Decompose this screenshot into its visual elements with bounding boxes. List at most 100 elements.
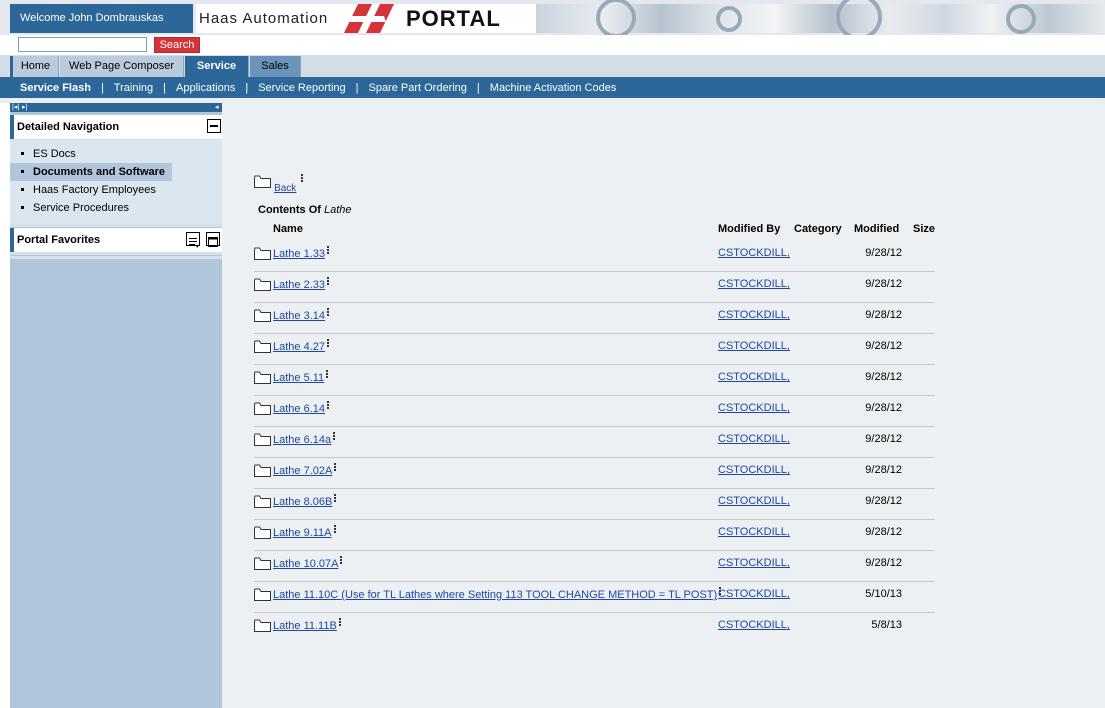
- modified-by-link[interactable]: CSTOCKDILL,: [718, 278, 790, 290]
- context-menu-icon[interactable]: [326, 370, 329, 379]
- column-header-modified[interactable]: Modified: [854, 223, 899, 235]
- current-folder-name: Lathe: [324, 204, 352, 216]
- haas-logo: Haas Automation PORTAL: [196, 4, 536, 33]
- folder-link[interactable]: Lathe 11.10C (Use for TL Lathes where Se…: [273, 589, 717, 601]
- table-row: Lathe 7.02A CSTOCKDILL, 9/28/12: [254, 458, 935, 489]
- tab-sales[interactable]: Sales: [250, 56, 301, 77]
- modified-by-link[interactable]: CSTOCKDILL,: [718, 619, 790, 631]
- folder-link[interactable]: Lathe 11.11B: [273, 620, 337, 632]
- tab-home[interactable]: Home: [13, 56, 59, 77]
- folder-link[interactable]: Lathe 2.33: [273, 279, 325, 291]
- top-level-navigation: Home Web Page Composer Service Sales: [0, 55, 1105, 77]
- modified-by-link[interactable]: CSTOCKDILL,: [718, 588, 790, 600]
- context-menu-icon[interactable]: [333, 432, 336, 441]
- file-name-cell: Lathe 9.11A: [254, 525, 337, 539]
- folder-link[interactable]: Lathe 5.11: [273, 372, 324, 384]
- file-name-cell: Lathe 2.33: [254, 277, 330, 291]
- collapse-right-icon[interactable]: ▸|: [22, 103, 27, 112]
- table-row: Lathe 10.07A CSTOCKDILL, 9/28/12: [254, 551, 935, 582]
- column-header-modified-by[interactable]: Modified By: [718, 223, 780, 235]
- context-menu-icon[interactable]: [333, 525, 337, 534]
- file-name-cell: Lathe 4.27: [254, 339, 330, 353]
- sidebar-item-label: Service Procedures: [33, 202, 129, 214]
- collapse-left-icon[interactable]: |◂|: [12, 103, 19, 112]
- context-menu-icon[interactable]: [327, 339, 330, 348]
- column-header-category[interactable]: Category: [794, 223, 842, 235]
- minimize-panel-icon[interactable]: [207, 119, 221, 133]
- collapse-sidebar-icon[interactable]: ◂: [215, 103, 219, 112]
- sidebar-item-haas-factory-employees[interactable]: Haas Factory Employees: [10, 181, 222, 199]
- context-menu-icon[interactable]: [334, 463, 337, 472]
- file-name-cell: Lathe 11.10C (Use for TL Lathes where Se…: [254, 587, 722, 601]
- table-row: Lathe 2.33 CSTOCKDILL, 9/28/12: [254, 272, 935, 303]
- modified-by-link[interactable]: CSTOCKDILL,: [718, 464, 790, 476]
- contents-of-label: Contents Of: [258, 204, 321, 216]
- maximize-panel-icon[interactable]: [206, 232, 220, 247]
- folder-link[interactable]: Lathe 6.14: [273, 403, 325, 415]
- modified-date: 9/28/12: [865, 433, 902, 445]
- folder-link[interactable]: Lathe 6.14a: [273, 434, 331, 446]
- context-menu-icon[interactable]: [301, 174, 304, 183]
- back-link[interactable]: Back: [274, 183, 296, 194]
- modified-by-link[interactable]: CSTOCKDILL,: [718, 371, 790, 383]
- folder-link[interactable]: Lathe 3.14: [273, 310, 325, 322]
- folder-icon: [254, 588, 271, 601]
- modified-date: 9/28/12: [865, 557, 902, 569]
- modified-date: 9/28/12: [865, 464, 902, 476]
- subnav-machine-activation-codes[interactable]: Machine Activation Codes: [480, 82, 627, 94]
- subnav-service-reporting[interactable]: Service Reporting: [248, 82, 355, 94]
- file-name-cell: Lathe 8.06B: [254, 494, 337, 508]
- search-button[interactable]: Search: [154, 37, 200, 53]
- modified-by-link[interactable]: CSTOCKDILL,: [718, 433, 790, 445]
- modified-by-link[interactable]: CSTOCKDILL,: [718, 526, 790, 538]
- subnav-applications[interactable]: Applications: [166, 82, 245, 94]
- context-menu-icon[interactable]: [340, 556, 343, 565]
- folder-icon: [254, 309, 271, 322]
- column-header-name[interactable]: Name: [273, 223, 303, 235]
- modified-by-link[interactable]: CSTOCKDILL,: [718, 495, 790, 507]
- folder-icon: [254, 340, 271, 353]
- subnav-training[interactable]: Training: [104, 82, 163, 94]
- folder-link[interactable]: Lathe 1.33: [273, 248, 325, 260]
- search-input[interactable]: [18, 37, 147, 52]
- context-menu-icon[interactable]: [327, 246, 330, 255]
- file-name-cell: Lathe 10.07A: [254, 556, 343, 570]
- context-menu-icon[interactable]: [334, 494, 337, 503]
- sidebar-item-label: Documents and Software: [33, 166, 166, 178]
- favorites-options-icon[interactable]: [186, 232, 200, 248]
- bullet-icon: [21, 152, 24, 155]
- detailed-navigation-title: Detailed Navigation: [17, 121, 120, 133]
- folder-link[interactable]: Lathe 10.07A: [273, 558, 338, 570]
- modified-by-link[interactable]: CSTOCKDILL,: [718, 247, 790, 259]
- sidebar-item-service-procedures[interactable]: Service Procedures: [10, 199, 222, 217]
- folder-icon: [254, 371, 271, 384]
- sidebar-item-es-docs[interactable]: ES Docs: [10, 145, 222, 163]
- context-menu-icon[interactable]: [327, 401, 330, 410]
- context-menu-icon[interactable]: [338, 618, 342, 627]
- folder-link[interactable]: Lathe 4.27: [273, 341, 325, 353]
- subnav-service-flash[interactable]: Service Flash: [10, 82, 101, 94]
- modified-by-link[interactable]: CSTOCKDILL,: [718, 557, 790, 569]
- modified-by-link[interactable]: CSTOCKDILL,: [718, 340, 790, 352]
- folder-icon: [254, 402, 271, 415]
- sidebar-item-documents-and-software[interactable]: Documents and Software: [10, 163, 172, 181]
- modified-by-link[interactable]: CSTOCKDILL,: [718, 309, 790, 321]
- sidebar-collapse-bar: |◂| ▸| ◂: [10, 103, 222, 112]
- folder-icon: [254, 433, 271, 446]
- tab-service[interactable]: Service: [185, 56, 249, 77]
- modified-date: 9/28/12: [865, 340, 902, 352]
- context-menu-icon[interactable]: [327, 308, 330, 317]
- welcome-banner: Welcome John Dombrauskas: [10, 4, 193, 33]
- file-name-cell: Lathe 3.14: [254, 308, 330, 322]
- column-header-size[interactable]: Size: [913, 223, 935, 235]
- folder-link[interactable]: Lathe 7.02A: [273, 465, 332, 477]
- panel-divider: [10, 224, 222, 227]
- tab-web-page-composer[interactable]: Web Page Composer: [60, 56, 184, 77]
- folder-link[interactable]: Lathe 8.06B: [273, 496, 332, 508]
- sidebar-item-label: Haas Factory Employees: [33, 184, 156, 196]
- subnav-spare-part-ordering[interactable]: Spare Part Ordering: [358, 82, 476, 94]
- context-menu-icon[interactable]: [327, 277, 330, 286]
- header-machinery-image: [536, 0, 1105, 35]
- folder-link[interactable]: Lathe 9.11A: [273, 527, 332, 539]
- modified-by-link[interactable]: CSTOCKDILL,: [718, 402, 790, 414]
